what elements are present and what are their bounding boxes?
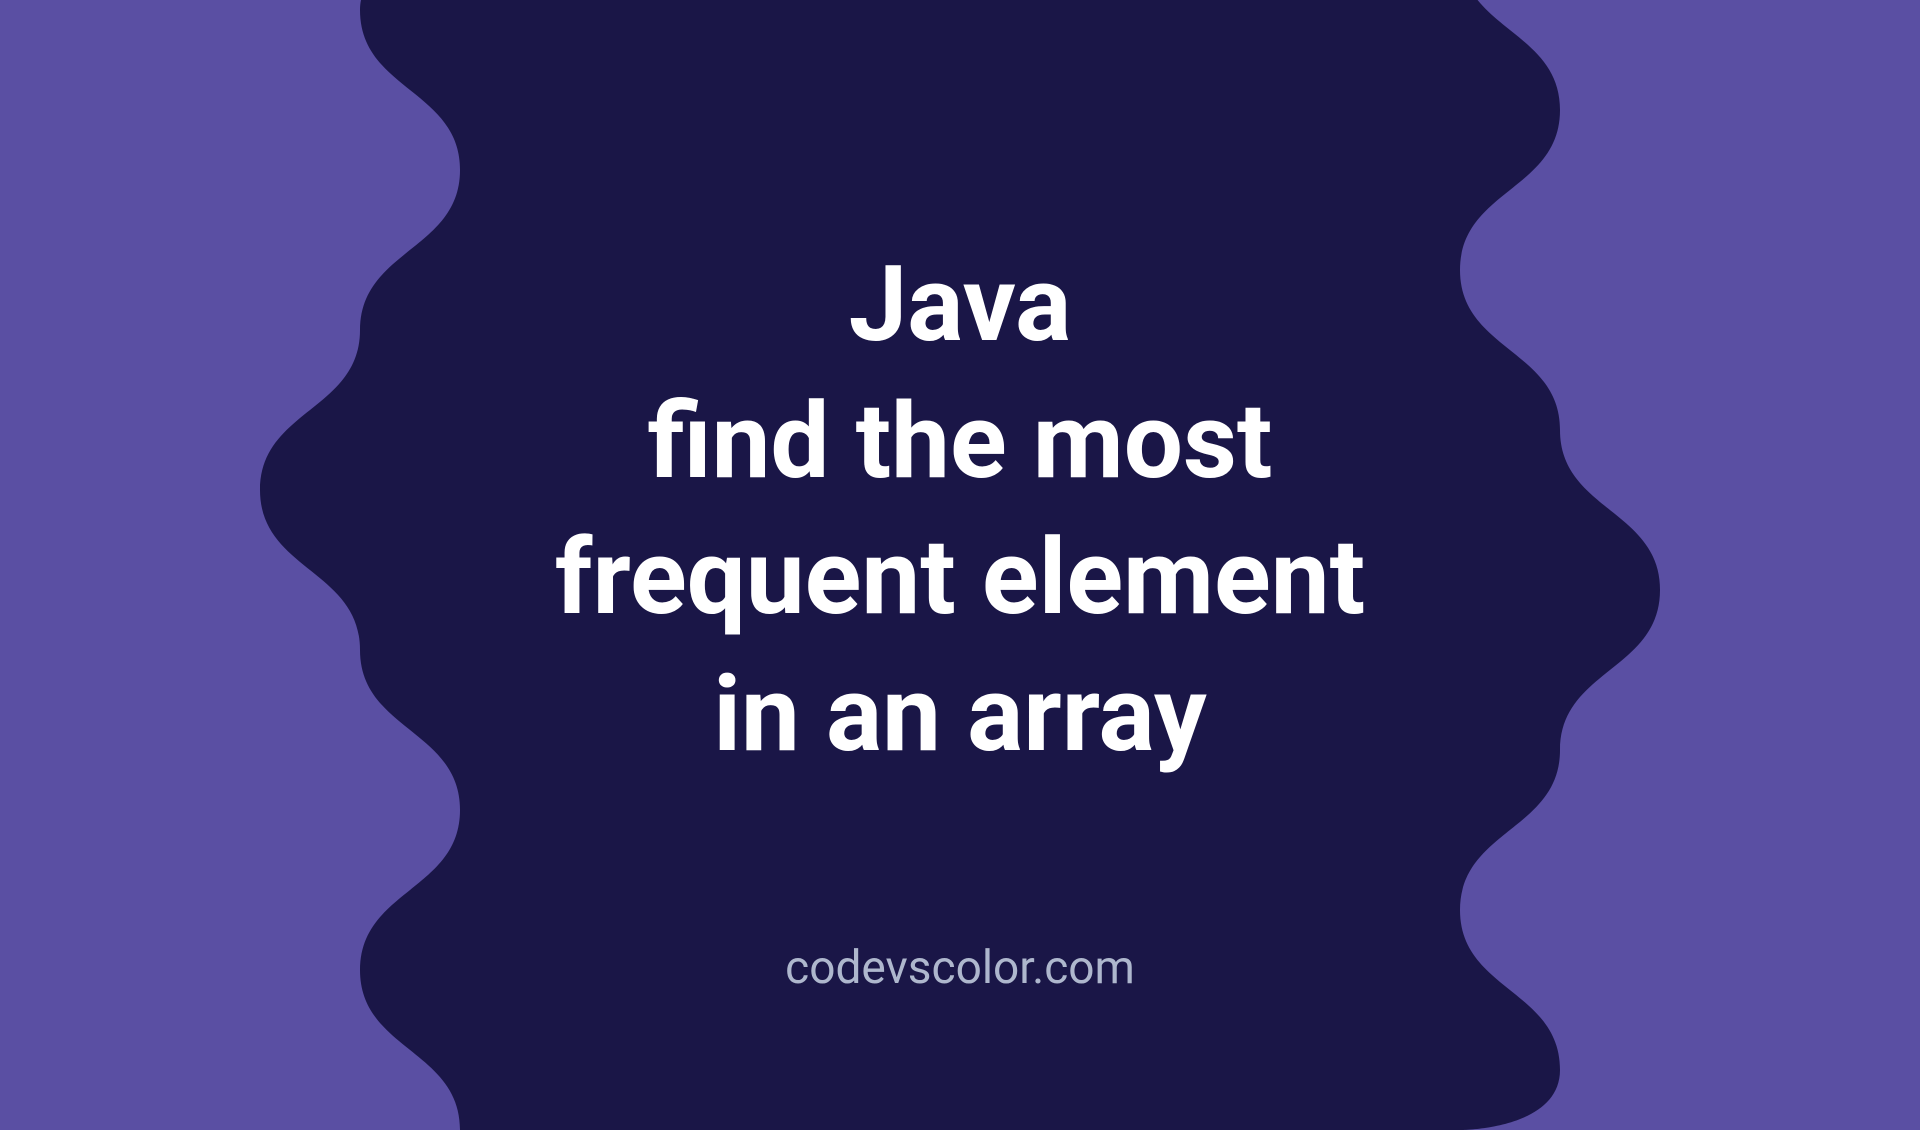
title-line-2: find the most [648,380,1273,503]
title-line-4: in an array [713,653,1207,776]
content-container: Java find the most frequent element in a… [0,0,1920,1080]
page-title: Java find the most frequent element in a… [555,237,1365,783]
website-label: codevscolor.com [785,941,1135,995]
title-line-1: Java [849,243,1072,366]
title-line-3: frequent element [555,516,1365,639]
